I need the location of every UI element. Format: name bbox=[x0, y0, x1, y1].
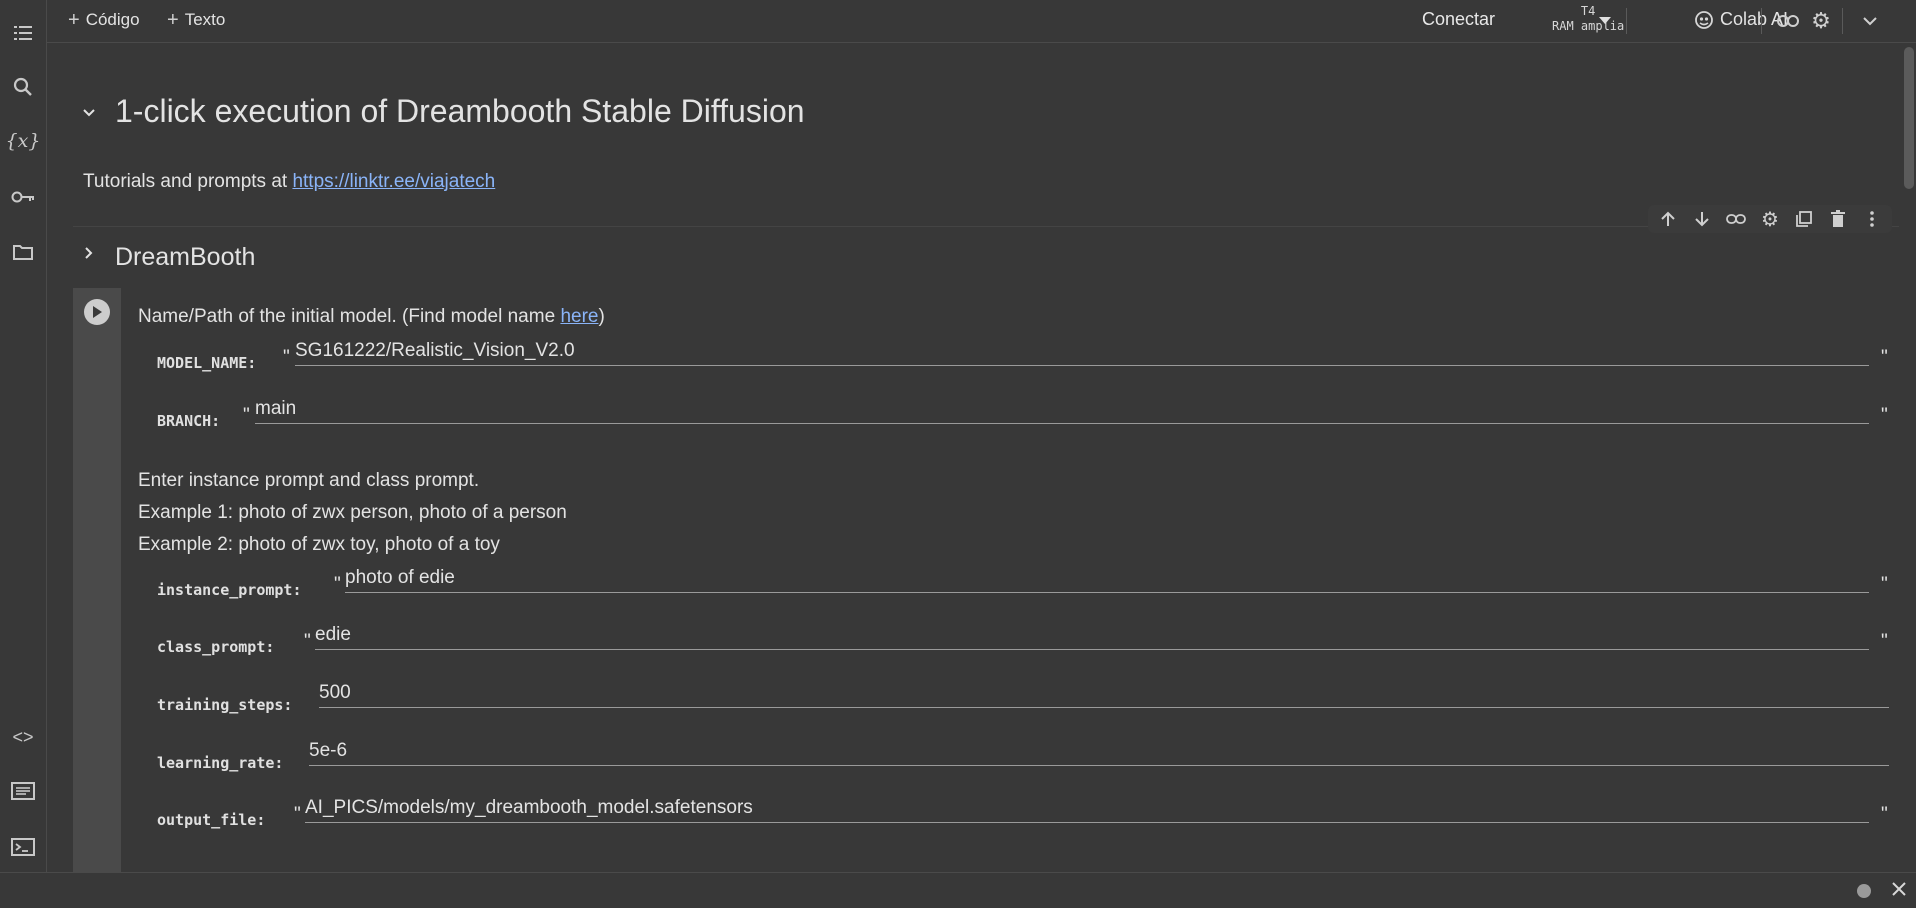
cell-gutter bbox=[73, 288, 121, 872]
open-quote: " bbox=[334, 574, 341, 595]
search-icon[interactable] bbox=[8, 72, 38, 102]
variables-icon[interactable]: {𝑥} bbox=[6, 126, 41, 156]
colab-ai-button[interactable]: Colab AI bbox=[1694, 9, 1788, 30]
branch-label: BRANCH: bbox=[157, 412, 221, 430]
training-steps-label: training_steps: bbox=[157, 696, 293, 714]
arrow-down-icon[interactable] bbox=[1688, 207, 1716, 231]
open-quote: " bbox=[243, 405, 250, 426]
scrollbar-thumb[interactable] bbox=[1904, 47, 1914, 189]
notebook-area: 1-click execution of Dreambooth Stable D… bbox=[47, 43, 1899, 872]
class-prompt-input[interactable]: edie bbox=[315, 620, 1869, 650]
link-icon[interactable] bbox=[1775, 8, 1801, 34]
prompt-description-3: Example 2: photo of zwx toy, photo of a … bbox=[138, 534, 500, 555]
instance-prompt-input[interactable]: photo of edie bbox=[345, 563, 1869, 593]
settings-gear-icon[interactable]: ⚙ bbox=[1808, 8, 1834, 34]
delete-icon[interactable] bbox=[1824, 207, 1852, 231]
intro-text: Tutorials and prompts at https://linktr.… bbox=[83, 171, 495, 193]
close-icon[interactable] bbox=[1888, 878, 1910, 900]
expand-section-icon[interactable] bbox=[75, 239, 103, 267]
model-name-input[interactable]: SG161222/Realistic_Vision_V2.0 bbox=[295, 336, 1869, 366]
run-cell-button[interactable] bbox=[84, 299, 110, 325]
model-desc-suffix: ) bbox=[598, 306, 605, 327]
model-desc-prefix: Name/Path of the initial model. (Find mo… bbox=[138, 306, 561, 327]
add-code-button[interactable]: + Código bbox=[68, 8, 140, 32]
model-description: Name/Path of the initial model. (Find mo… bbox=[138, 306, 605, 328]
connect-button[interactable]: Conectar bbox=[1422, 9, 1495, 30]
open-quote: " bbox=[294, 804, 301, 825]
training-steps-input[interactable]: 500 bbox=[319, 678, 1889, 708]
status-indicator-icon bbox=[1857, 884, 1871, 898]
notebook-title: 1-click execution of Dreambooth Stable D… bbox=[115, 93, 805, 129]
learning-rate-input[interactable]: 5e-6 bbox=[309, 736, 1889, 766]
branch-input[interactable]: main bbox=[255, 394, 1869, 424]
runtime-dropdown-icon[interactable] bbox=[1592, 8, 1618, 34]
open-quote: " bbox=[283, 347, 290, 368]
learning-rate-label: learning_rate: bbox=[157, 754, 284, 772]
collapse-section-icon[interactable] bbox=[75, 99, 103, 127]
close-quote: " bbox=[1881, 631, 1888, 652]
intro-link[interactable]: https://linktr.ee/viajatech bbox=[292, 171, 495, 192]
top-toolbar: + Código + Texto Conectar T4 RAM amplia … bbox=[47, 0, 1916, 43]
command-palette-icon[interactable] bbox=[8, 776, 38, 806]
output-file-input[interactable]: AI_PICS/models/my_dreambooth_model.safet… bbox=[305, 793, 1869, 823]
arrow-up-icon[interactable] bbox=[1654, 207, 1682, 231]
plus-icon: + bbox=[68, 8, 80, 31]
add-text-button[interactable]: + Texto bbox=[167, 8, 225, 32]
close-quote: " bbox=[1881, 405, 1888, 426]
chevron-down-icon[interactable] bbox=[1857, 8, 1883, 34]
colab-ai-icon bbox=[1695, 10, 1713, 29]
close-quote: " bbox=[1881, 804, 1888, 825]
toc-icon[interactable] bbox=[8, 18, 38, 48]
model-desc-link[interactable]: here bbox=[560, 306, 598, 327]
gear-icon[interactable]: ⚙ bbox=[1756, 207, 1784, 231]
section-heading: DreamBooth bbox=[115, 243, 256, 271]
terminal-icon[interactable] bbox=[8, 832, 38, 862]
toolbar-divider bbox=[1842, 8, 1843, 34]
code-snippets-icon[interactable]: <> bbox=[8, 722, 38, 752]
cell-toolbar: ⚙ bbox=[1648, 205, 1892, 233]
class-prompt-label: class_prompt: bbox=[157, 638, 275, 656]
toolbar-divider bbox=[1626, 8, 1627, 34]
add-code-label: Código bbox=[85, 10, 140, 29]
close-quote: " bbox=[1881, 347, 1888, 368]
vertical-scrollbar[interactable] bbox=[1900, 43, 1916, 872]
more-vert-icon[interactable] bbox=[1858, 207, 1886, 231]
add-text-label: Texto bbox=[184, 10, 226, 29]
cell-divider bbox=[73, 226, 1899, 227]
close-quote: " bbox=[1881, 574, 1888, 595]
prompt-description-1: Enter instance prompt and class prompt. bbox=[138, 470, 480, 491]
status-bar bbox=[0, 872, 1916, 908]
intro-prefix: Tutorials and prompts at bbox=[83, 171, 293, 192]
instance-prompt-label: instance_prompt: bbox=[157, 581, 302, 599]
plus-icon: + bbox=[167, 8, 179, 31]
toolbar-divider bbox=[1761, 8, 1762, 34]
key-icon[interactable] bbox=[8, 182, 38, 212]
left-sidebar: {𝑥} <> bbox=[0, 0, 47, 872]
prompt-description-2: Example 1: photo of zwx person, photo of… bbox=[138, 502, 567, 523]
link-icon[interactable] bbox=[1722, 207, 1750, 231]
open-quote: " bbox=[304, 631, 311, 652]
folder-icon[interactable] bbox=[8, 237, 38, 267]
mirror-cell-icon[interactable] bbox=[1790, 207, 1818, 231]
output-file-label: output_file: bbox=[157, 811, 266, 829]
model-name-label: MODEL_NAME: bbox=[157, 354, 257, 372]
play-icon bbox=[93, 306, 102, 318]
